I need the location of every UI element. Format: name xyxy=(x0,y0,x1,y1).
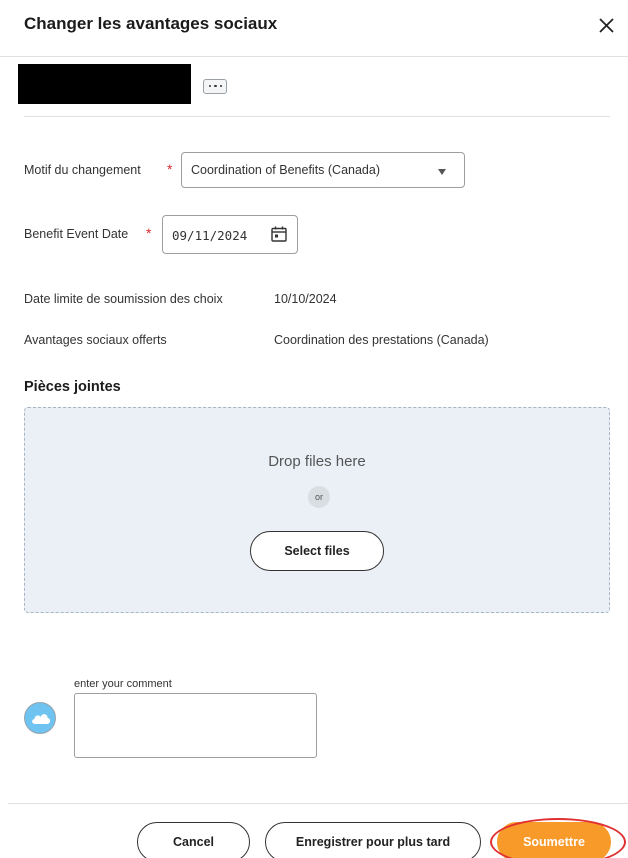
benefits-offered-value: Coordination des prestations (Canada) xyxy=(274,333,489,347)
section-divider xyxy=(24,116,610,117)
cloud-icon xyxy=(32,714,51,724)
dialog-header: Changer les avantages sociaux xyxy=(0,0,628,57)
deadline-value: 10/10/2024 xyxy=(274,292,337,306)
event-date-input[interactable]: 09/11/2024 xyxy=(162,215,298,254)
avatar xyxy=(24,702,56,734)
cancel-button[interactable]: Cancel xyxy=(137,822,250,858)
event-date-label: Benefit Event Date xyxy=(24,227,129,241)
file-dropzone[interactable]: Drop files here or Select files xyxy=(24,407,610,613)
reason-select[interactable]: Coordination of Benefits (Canada) xyxy=(181,152,465,188)
benefits-offered-label: Avantages sociaux offerts xyxy=(24,333,167,347)
save-for-later-button[interactable]: Enregistrer pour plus tard xyxy=(265,822,481,858)
caret-down-icon xyxy=(438,169,446,175)
submit-highlight-circle xyxy=(490,818,626,858)
event-date-value: 09/11/2024 xyxy=(172,228,248,243)
required-marker: * xyxy=(167,161,173,177)
redacted-worker-name xyxy=(18,64,191,104)
attachments-title: Pièces jointes xyxy=(24,379,121,395)
comment-input[interactable] xyxy=(74,693,317,758)
deadline-label: Date limite de soumission des choix xyxy=(24,292,223,306)
related-actions-button[interactable] xyxy=(203,79,227,94)
reason-select-value: Coordination of Benefits (Canada) xyxy=(191,163,381,177)
more-icon xyxy=(209,85,212,88)
comment-label: enter your comment xyxy=(74,678,172,690)
drop-files-text: Drop files here xyxy=(268,453,366,470)
select-files-button[interactable]: Select files xyxy=(250,531,384,571)
dialog-title: Changer les avantages sociaux xyxy=(24,14,278,33)
close-button[interactable] xyxy=(594,12,620,38)
calendar-icon[interactable] xyxy=(270,225,288,243)
required-marker: * xyxy=(146,225,152,241)
footer-divider xyxy=(8,803,628,804)
or-badge: or xyxy=(308,486,330,508)
close-icon xyxy=(599,18,614,33)
reason-label: Motif du changement xyxy=(24,163,141,177)
